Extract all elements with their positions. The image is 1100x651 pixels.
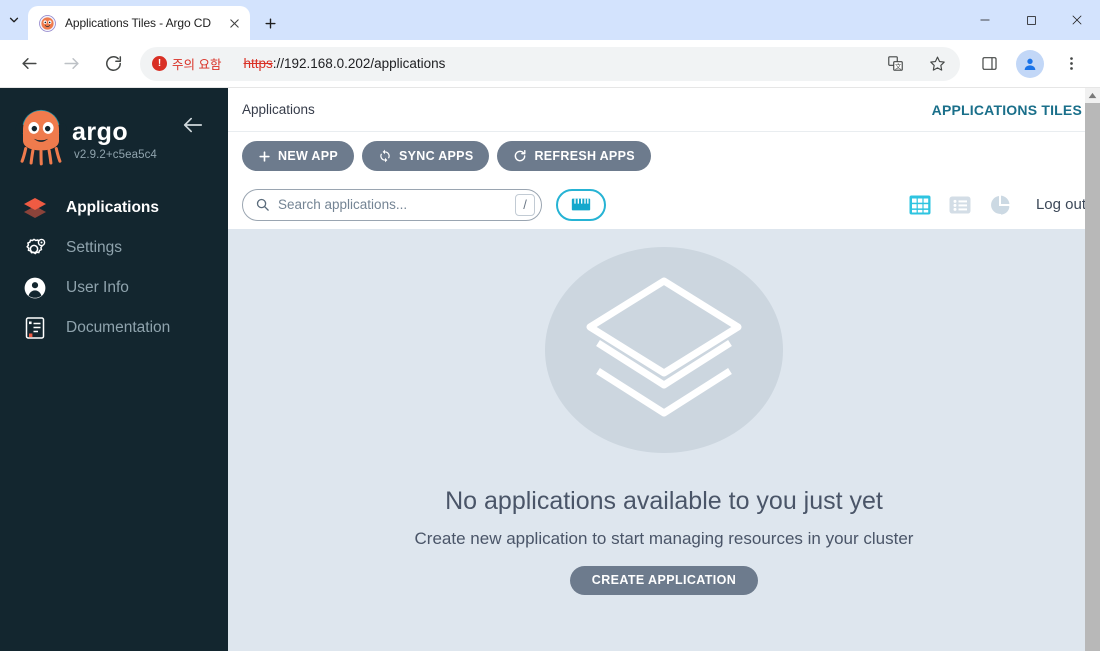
- profile-avatar-icon[interactable]: [1016, 49, 1044, 78]
- browser-window: Applications Tiles - Argo CD ! 주의 요함 htt…: [0, 0, 1100, 651]
- reload-button-icon[interactable]: [97, 48, 129, 80]
- page-topbar: Applications APPLICATIONS TILES: [228, 88, 1100, 132]
- sidebar-nav: Applications Settings User Info Document…: [0, 188, 228, 348]
- omnibox-actions: 文: [874, 48, 958, 80]
- argo-octopus-favicon-icon: [39, 14, 56, 32]
- stacked-layers-illustration: [545, 247, 783, 453]
- sidebar-item-user-info[interactable]: User Info: [0, 268, 228, 308]
- browser-tab[interactable]: Applications Tiles - Argo CD: [28, 6, 250, 40]
- search-icon: [256, 198, 269, 211]
- sync-apps-button[interactable]: SYNC APPS: [361, 141, 490, 171]
- view-switcher: Log out: [908, 193, 1086, 217]
- security-badge-label: 주의 요함: [172, 58, 222, 72]
- search-input[interactable]: [278, 197, 515, 212]
- window-maximize-button[interactable]: [1008, 0, 1054, 40]
- user-circle-icon: [24, 277, 46, 299]
- sync-icon: [380, 149, 390, 163]
- empty-state-subtitle: Create new application to start managing…: [414, 528, 914, 548]
- sidebar-collapse-button[interactable]: [182, 114, 204, 136]
- filter-toolbar: /: [228, 180, 1100, 229]
- back-button-icon[interactable]: [13, 48, 45, 80]
- filter-columns-button[interactable]: [556, 188, 606, 221]
- browser-toolbar: ! 주의 요함 https://192.168.0.202/applicatio…: [0, 40, 1100, 88]
- summary-pie-view-icon[interactable]: [988, 193, 1012, 217]
- sidebar-label-applications: Applications: [66, 199, 160, 216]
- tab-search-chevron-icon[interactable]: [1, 7, 27, 33]
- page-view-title: APPLICATIONS TILES: [931, 101, 1082, 118]
- sidebar-item-documentation[interactable]: Documentation: [0, 308, 228, 348]
- title-bar: Applications Tiles - Argo CD: [0, 0, 1100, 40]
- sidebar-label-user-info: User Info: [66, 279, 129, 296]
- refresh-apps-button[interactable]: REFRESH APPS: [497, 141, 651, 171]
- empty-state-title: No applications available to you just ye…: [445, 486, 883, 515]
- window-controls: [962, 0, 1100, 40]
- not-secure-icon: !: [152, 56, 167, 71]
- tab-search-container: [0, 0, 28, 40]
- address-bar-url: https://192.168.0.202/applications: [243, 56, 445, 71]
- argo-brand: argo v2.9.2+c5ea5c4: [0, 88, 228, 166]
- site-security-badge[interactable]: ! 주의 요함: [144, 51, 231, 77]
- sidebar-label-documentation: Documentation: [66, 319, 171, 336]
- sidebar-label-settings: Settings: [66, 239, 123, 256]
- new-tab-button[interactable]: [256, 9, 284, 37]
- sidebar-item-settings[interactable]: Settings: [0, 228, 228, 268]
- scrollbar-up-arrow-icon[interactable]: [1085, 88, 1100, 103]
- svg-text:argo: argo: [72, 118, 128, 146]
- breadcrumb[interactable]: Applications: [242, 102, 315, 117]
- argo-version-label: v2.9.2+c5ea5c4: [74, 149, 157, 161]
- tiles-view-icon[interactable]: [908, 193, 932, 217]
- filter-left-group: /: [242, 188, 606, 221]
- bookmark-star-icon[interactable]: [921, 48, 953, 80]
- toolbar-right-actions: [968, 48, 1092, 80]
- plus-icon: [259, 150, 270, 162]
- book-icon: [25, 317, 45, 339]
- url-rest: ://192.168.0.202/applications: [272, 56, 446, 71]
- logout-link[interactable]: Log out: [1036, 196, 1086, 213]
- url-scheme: https: [243, 56, 273, 71]
- search-applications-field[interactable]: /: [242, 188, 542, 221]
- side-panel-icon[interactable]: [973, 48, 1005, 80]
- scrollbar-thumb[interactable]: [1085, 103, 1100, 651]
- refresh-apps-label: REFRESH APPS: [534, 149, 635, 163]
- sidebar-item-applications[interactable]: Applications: [0, 188, 228, 228]
- page-viewport: argo v2.9.2+c5ea5c4 Applications Setting…: [0, 88, 1100, 651]
- main-content: Applications APPLICATIONS TILES NEW APP …: [228, 88, 1100, 651]
- refresh-icon: [515, 150, 526, 162]
- layers-icon: [24, 198, 46, 218]
- layers-illustration-icon: [586, 277, 742, 417]
- action-toolbar: NEW APP SYNC APPS REFRESH APPS: [228, 132, 1100, 180]
- search-shortcut-badge: /: [515, 193, 535, 216]
- create-application-button[interactable]: CREATE APPLICATION: [569, 565, 759, 595]
- window-minimize-button[interactable]: [962, 0, 1008, 40]
- window-close-button[interactable]: [1054, 0, 1100, 40]
- browser-tab-title: Applications Tiles - Argo CD: [65, 16, 211, 30]
- new-app-button[interactable]: NEW APP: [242, 141, 354, 171]
- argo-octopus-logo-icon: [15, 109, 67, 166]
- gear-icon: [26, 238, 46, 255]
- translate-icon[interactable]: 文: [879, 48, 911, 80]
- svg-text:文: 文: [895, 62, 902, 71]
- sync-apps-label: SYNC APPS: [398, 149, 474, 163]
- empty-state: No applications available to you just ye…: [228, 229, 1100, 595]
- page-scrollbar[interactable]: [1085, 88, 1100, 651]
- tab-close-icon[interactable]: [224, 13, 244, 33]
- forward-button-icon[interactable]: [55, 48, 87, 80]
- new-app-label: NEW APP: [278, 149, 338, 163]
- argo-brand-text: argo v2.9.2+c5ea5c4: [72, 106, 158, 161]
- three-dot-menu-icon[interactable]: [1055, 48, 1087, 80]
- argo-wordmark: argo: [72, 118, 128, 146]
- list-view-icon[interactable]: [948, 193, 972, 217]
- argo-sidebar: argo v2.9.2+c5ea5c4 Applications Setting…: [0, 88, 228, 651]
- filter-columns-icon: [571, 198, 591, 211]
- address-bar[interactable]: ! 주의 요함 https://192.168.0.202/applicatio…: [140, 46, 960, 81]
